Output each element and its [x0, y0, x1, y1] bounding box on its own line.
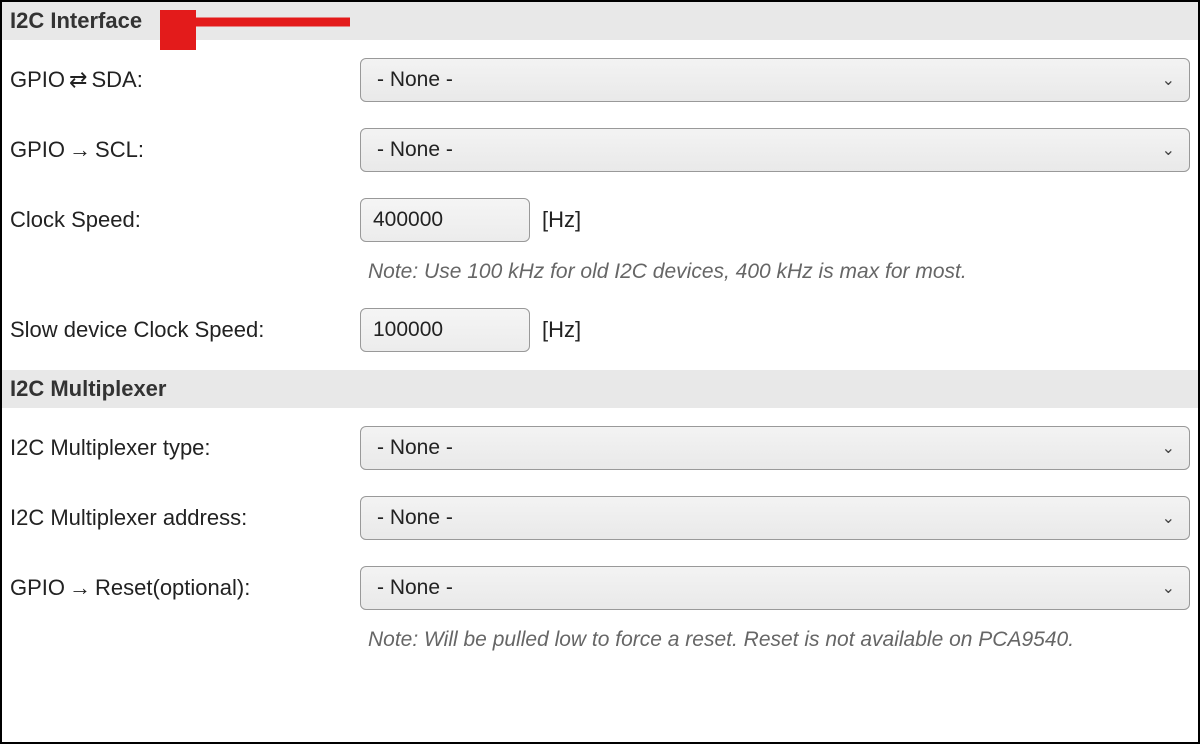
- label-clock-speed: Clock Speed:: [10, 207, 360, 233]
- label-slow-clock-speed: Slow device Clock Speed:: [10, 317, 360, 343]
- i2c-multiplexer-form: I2C Multiplexer type: - None - ⌄ I2C Mul…: [2, 408, 1198, 652]
- note-clock-speed: Note: Use 100 kHz for old I2C devices, 4…: [368, 260, 1190, 284]
- row-mux-address: I2C Multiplexer address: - None - ⌄: [10, 496, 1190, 540]
- row-slow-clock-speed: Slow device Clock Speed: [Hz]: [10, 308, 1190, 352]
- input-clock-speed[interactable]: [360, 198, 530, 242]
- bidirectional-arrow-icon: ⇄: [69, 67, 87, 93]
- section-header-i2c-multiplexer: I2C Multiplexer: [2, 370, 1198, 408]
- row-mux-type: I2C Multiplexer type: - None - ⌄: [10, 426, 1190, 470]
- chevron-down-icon: ⌄: [1162, 508, 1175, 528]
- select-gpio-reset[interactable]: - None - ⌄: [360, 566, 1190, 610]
- settings-panel: I2C Interface GPIO ⇄ SDA: - None - ⌄ GPI…: [0, 0, 1200, 744]
- label-gpio-scl: GPIO → SCL:: [10, 137, 360, 163]
- label-text: SCL:: [95, 137, 144, 163]
- input-slow-clock-speed[interactable]: [360, 308, 530, 352]
- label-mux-address: I2C Multiplexer address:: [10, 505, 360, 531]
- select-mux-address[interactable]: - None - ⌄: [360, 496, 1190, 540]
- chevron-down-icon: ⌄: [1162, 140, 1175, 160]
- select-mux-type[interactable]: - None - ⌄: [360, 426, 1190, 470]
- i2c-interface-form: GPIO ⇄ SDA: - None - ⌄ GPIO → SCL: - Non…: [2, 40, 1198, 352]
- label-text: SDA:: [91, 67, 142, 93]
- chevron-down-icon: ⌄: [1162, 438, 1175, 458]
- select-value: - None -: [377, 506, 453, 530]
- unit-hz: [Hz]: [542, 207, 581, 233]
- row-clock-speed: Clock Speed: [Hz]: [10, 198, 1190, 242]
- row-gpio-scl: GPIO → SCL: - None - ⌄: [10, 128, 1190, 172]
- select-value: - None -: [377, 436, 453, 460]
- label-mux-type: I2C Multiplexer type:: [10, 435, 360, 461]
- label-text: GPIO: [10, 67, 65, 93]
- select-gpio-scl[interactable]: - None - ⌄: [360, 128, 1190, 172]
- select-gpio-sda[interactable]: - None - ⌄: [360, 58, 1190, 102]
- row-gpio-reset: GPIO → Reset(optional): - None - ⌄: [10, 566, 1190, 610]
- unit-hz: [Hz]: [542, 317, 581, 343]
- select-value: - None -: [377, 68, 453, 92]
- section-header-i2c-interface: I2C Interface: [2, 2, 1198, 40]
- select-value: - None -: [377, 138, 453, 162]
- row-gpio-sda: GPIO ⇄ SDA: - None - ⌄: [10, 58, 1190, 102]
- label-gpio-reset: GPIO → Reset(optional):: [10, 575, 360, 601]
- label-text: Reset(optional):: [95, 575, 250, 601]
- label-text: GPIO: [10, 575, 65, 601]
- right-arrow-icon: →: [69, 137, 91, 163]
- right-arrow-icon: →: [69, 575, 91, 601]
- label-gpio-sda: GPIO ⇄ SDA:: [10, 67, 360, 93]
- select-value: - None -: [377, 576, 453, 600]
- chevron-down-icon: ⌄: [1162, 70, 1175, 90]
- label-text: GPIO: [10, 137, 65, 163]
- chevron-down-icon: ⌄: [1162, 578, 1175, 598]
- note-reset: Note: Will be pulled low to force a rese…: [368, 628, 1190, 652]
